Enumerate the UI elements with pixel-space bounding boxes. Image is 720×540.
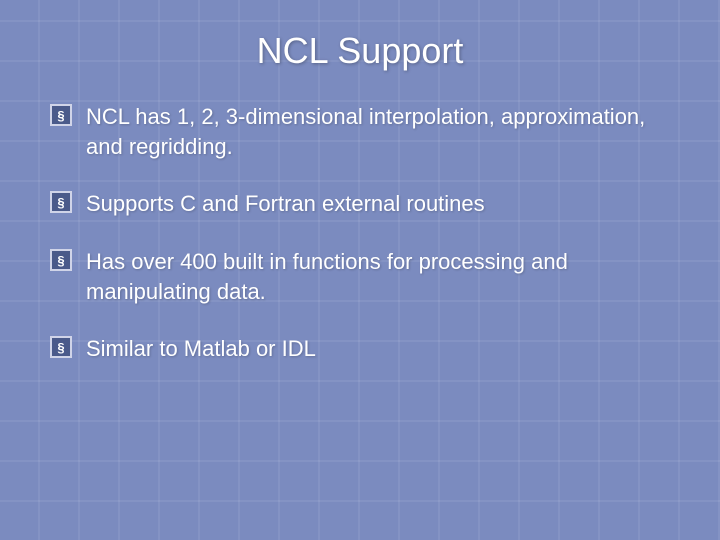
bullet-item-3: Has over 400 built in functions for proc… [50, 247, 680, 306]
bullet-icon-2 [50, 191, 72, 213]
bullet-icon-3 [50, 249, 72, 271]
bullet-text-2: Supports C and Fortran external routines [86, 189, 485, 219]
bullet-icon-1 [50, 104, 72, 126]
bullet-text-3: Has over 400 built in functions for proc… [86, 247, 680, 306]
bullet-text-1: NCL has 1, 2, 3-dimensional interpolatio… [86, 102, 680, 161]
bullet-item-4: Similar to Matlab or IDL [50, 334, 680, 364]
bullet-text-4: Similar to Matlab or IDL [86, 334, 316, 364]
slide-title: NCL Support [40, 30, 680, 72]
bullet-item-1: NCL has 1, 2, 3-dimensional interpolatio… [50, 102, 680, 161]
slide: NCL Support NCL has 1, 2, 3-dimensional … [0, 0, 720, 540]
bullet-icon-4 [50, 336, 72, 358]
bullet-list: NCL has 1, 2, 3-dimensional interpolatio… [40, 102, 680, 364]
bullet-item-2: Supports C and Fortran external routines [50, 189, 680, 219]
